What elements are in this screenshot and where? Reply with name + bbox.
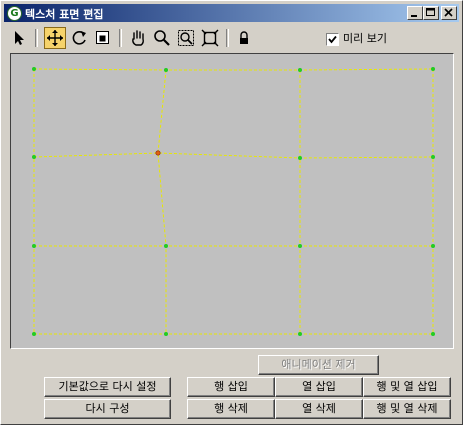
move-icon — [47, 30, 63, 46]
maximize-icon — [426, 8, 435, 16]
insert-row-column-button[interactable]: 행 및 열 삽입 — [363, 377, 451, 397]
toolbar-separator — [119, 29, 122, 47]
toolbar-separator — [226, 29, 229, 47]
title-bar[interactable]: G 텍스처 표면 편집 — [4, 4, 459, 22]
delete-column-button[interactable]: 열 삭제 — [275, 399, 363, 419]
selected-vertex[interactable] — [155, 150, 161, 156]
toolbar — [4, 25, 459, 51]
select-arrow-icon — [15, 31, 24, 45]
lock-icon — [240, 31, 248, 44]
checkbox-box[interactable] — [326, 32, 339, 46]
preview-label: 미리 보기 — [343, 32, 387, 45]
minimize-button[interactable] — [407, 6, 423, 20]
pan-hand-icon — [132, 30, 144, 46]
rotate-tool-button[interactable] — [68, 27, 90, 49]
texture-surface-editor-window: G 텍스처 표면 편집 미리 보기 애니메이션 제거 기본값으로 다시 설정 다… — [0, 0, 463, 425]
rotate-icon — [72, 31, 86, 45]
zoom-icon — [154, 30, 170, 46]
close-icon — [444, 8, 453, 17]
delete-row-column-button[interactable]: 행 및 열 삭제 — [363, 399, 451, 419]
reset-default-button[interactable]: 기본값으로 다시 설정 — [44, 377, 171, 397]
preview-checkbox[interactable]: 미리 보기 — [326, 30, 387, 46]
insert-row-button[interactable]: 행 삽입 — [187, 377, 275, 397]
remove-animation-button[interactable]: 애니메이션 제거 — [258, 355, 379, 375]
toolbar-separator — [35, 29, 38, 47]
reconfigure-button[interactable]: 다시 구성 — [44, 399, 171, 419]
zoom-extents-icon — [201, 29, 219, 47]
zoom-tool-button[interactable] — [151, 27, 173, 49]
scale-tool-button[interactable] — [92, 27, 114, 49]
window-title: 텍스처 표면 편집 — [25, 8, 104, 21]
zoom-extents-tool-button[interactable] — [199, 27, 221, 49]
zoom-region-tool-button[interactable] — [175, 27, 197, 49]
delete-row-button[interactable]: 행 삭제 — [187, 399, 275, 419]
insert-column-button[interactable]: 열 삽입 — [275, 377, 363, 397]
select-tool-button[interactable] — [9, 27, 31, 49]
zoom-region-icon — [178, 30, 194, 46]
maximize-button[interactable] — [423, 6, 439, 20]
app-icon: G — [7, 6, 22, 21]
lattice-edit-canvas[interactable] — [10, 53, 454, 349]
minimize-icon — [411, 15, 417, 17]
lattice-grid[interactable] — [11, 54, 453, 348]
checkmark-icon — [328, 35, 337, 43]
pan-tool-button[interactable] — [127, 27, 149, 49]
scale-icon — [96, 31, 109, 44]
move-tool-button[interactable] — [44, 27, 66, 49]
close-button[interactable] — [441, 6, 457, 20]
lock-button[interactable] — [233, 27, 255, 49]
